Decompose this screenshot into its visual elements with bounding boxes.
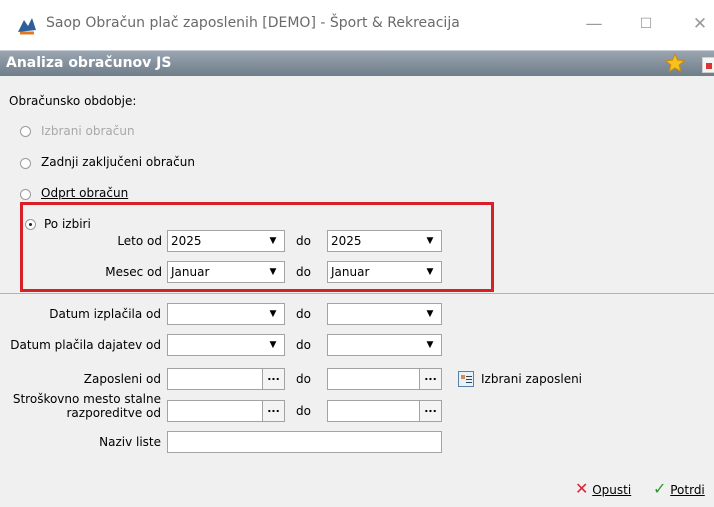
- window-title: Saop Obračun plač zaposlenih [DEMO] - Šp…: [46, 15, 460, 31]
- browse-dots-icon[interactable]: ...: [419, 369, 441, 389]
- radio-zadnji-zakljuceni[interactable]: [20, 158, 31, 169]
- datum-izplacila-do-select[interactable]: ▼: [327, 303, 442, 325]
- radio-label-izbrani-obracun: Izbrani obračun: [41, 124, 135, 138]
- datum-izplacila-label: Datum izplačila od: [49, 307, 161, 321]
- close-x-icon: ✕: [575, 479, 589, 498]
- datum-placila-do-label: do: [296, 338, 311, 352]
- stroskovno-do-input[interactable]: ...: [327, 400, 442, 422]
- radio-odprt-obracun[interactable]: [20, 189, 31, 200]
- checkmark-icon: ✓: [653, 479, 667, 498]
- form-header: Analiza obračunov JS: [0, 50, 714, 76]
- zaposleni-do-label: do: [296, 372, 311, 386]
- radio-izbrani-obracun: [20, 126, 31, 137]
- minimize-button[interactable]: —: [574, 8, 614, 42]
- form-title: Analiza obračunov JS: [6, 55, 172, 71]
- chevron-down-icon[interactable]: ▼: [262, 304, 284, 324]
- period-heading: Obračunsko obdobje:: [9, 94, 137, 108]
- employee-list-icon[interactable]: [458, 371, 474, 387]
- zaposleni-od-input[interactable]: ...: [167, 368, 285, 390]
- window-titlebar: Saop Obračun plač zaposlenih [DEMO] - Šp…: [0, 0, 714, 50]
- app-logo-icon: [18, 18, 36, 35]
- datum-placila-label: Datum plačila dajatev od: [10, 338, 161, 352]
- izbrani-zaposleni-link[interactable]: Izbrani zaposleni: [481, 372, 582, 386]
- close-button[interactable]: ✕: [680, 8, 714, 42]
- datum-izplacila-od-select[interactable]: ▼: [167, 303, 285, 325]
- section-divider: [0, 293, 714, 294]
- report-icon[interactable]: [702, 57, 714, 73]
- chevron-down-icon[interactable]: ▼: [262, 335, 284, 355]
- stroskovno-od-input[interactable]: ...: [167, 400, 285, 422]
- favorite-star-icon[interactable]: [664, 52, 686, 74]
- datum-izplacila-do-label: do: [296, 307, 311, 321]
- browse-dots-icon[interactable]: ...: [262, 369, 284, 389]
- confirm-button-label: Potrdi: [670, 483, 705, 497]
- stroskovno-do-label: do: [296, 404, 311, 418]
- naziv-liste-input[interactable]: [167, 431, 442, 453]
- radio-label-odprt-obracun[interactable]: Odprt obračun: [41, 186, 128, 200]
- maximize-button[interactable]: ☐: [626, 8, 666, 42]
- zaposleni-label: Zaposleni od: [83, 372, 161, 386]
- stroskovno-label-line1: Stroškovno mesto stalne: [12, 392, 161, 406]
- datum-placila-do-select[interactable]: ▼: [327, 334, 442, 356]
- chevron-down-icon[interactable]: ▼: [419, 304, 441, 324]
- cancel-button[interactable]: ✕ Opusti: [575, 479, 631, 501]
- chevron-down-icon[interactable]: ▼: [419, 335, 441, 355]
- browse-dots-icon[interactable]: ...: [262, 401, 284, 421]
- browse-dots-icon[interactable]: ...: [419, 401, 441, 421]
- zaposleni-do-input[interactable]: ...: [327, 368, 442, 390]
- cancel-button-label: Opusti: [592, 483, 632, 497]
- naziv-liste-label: Naziv liste: [99, 435, 161, 449]
- highlight-box: [20, 202, 494, 292]
- radio-label-zadnji-zakljuceni[interactable]: Zadnji zaključeni obračun: [41, 155, 195, 169]
- confirm-button[interactable]: ✓ Potrdi: [653, 479, 705, 501]
- stroskovno-label-line2: razporeditve od: [66, 406, 161, 420]
- datum-placila-od-select[interactable]: ▼: [167, 334, 285, 356]
